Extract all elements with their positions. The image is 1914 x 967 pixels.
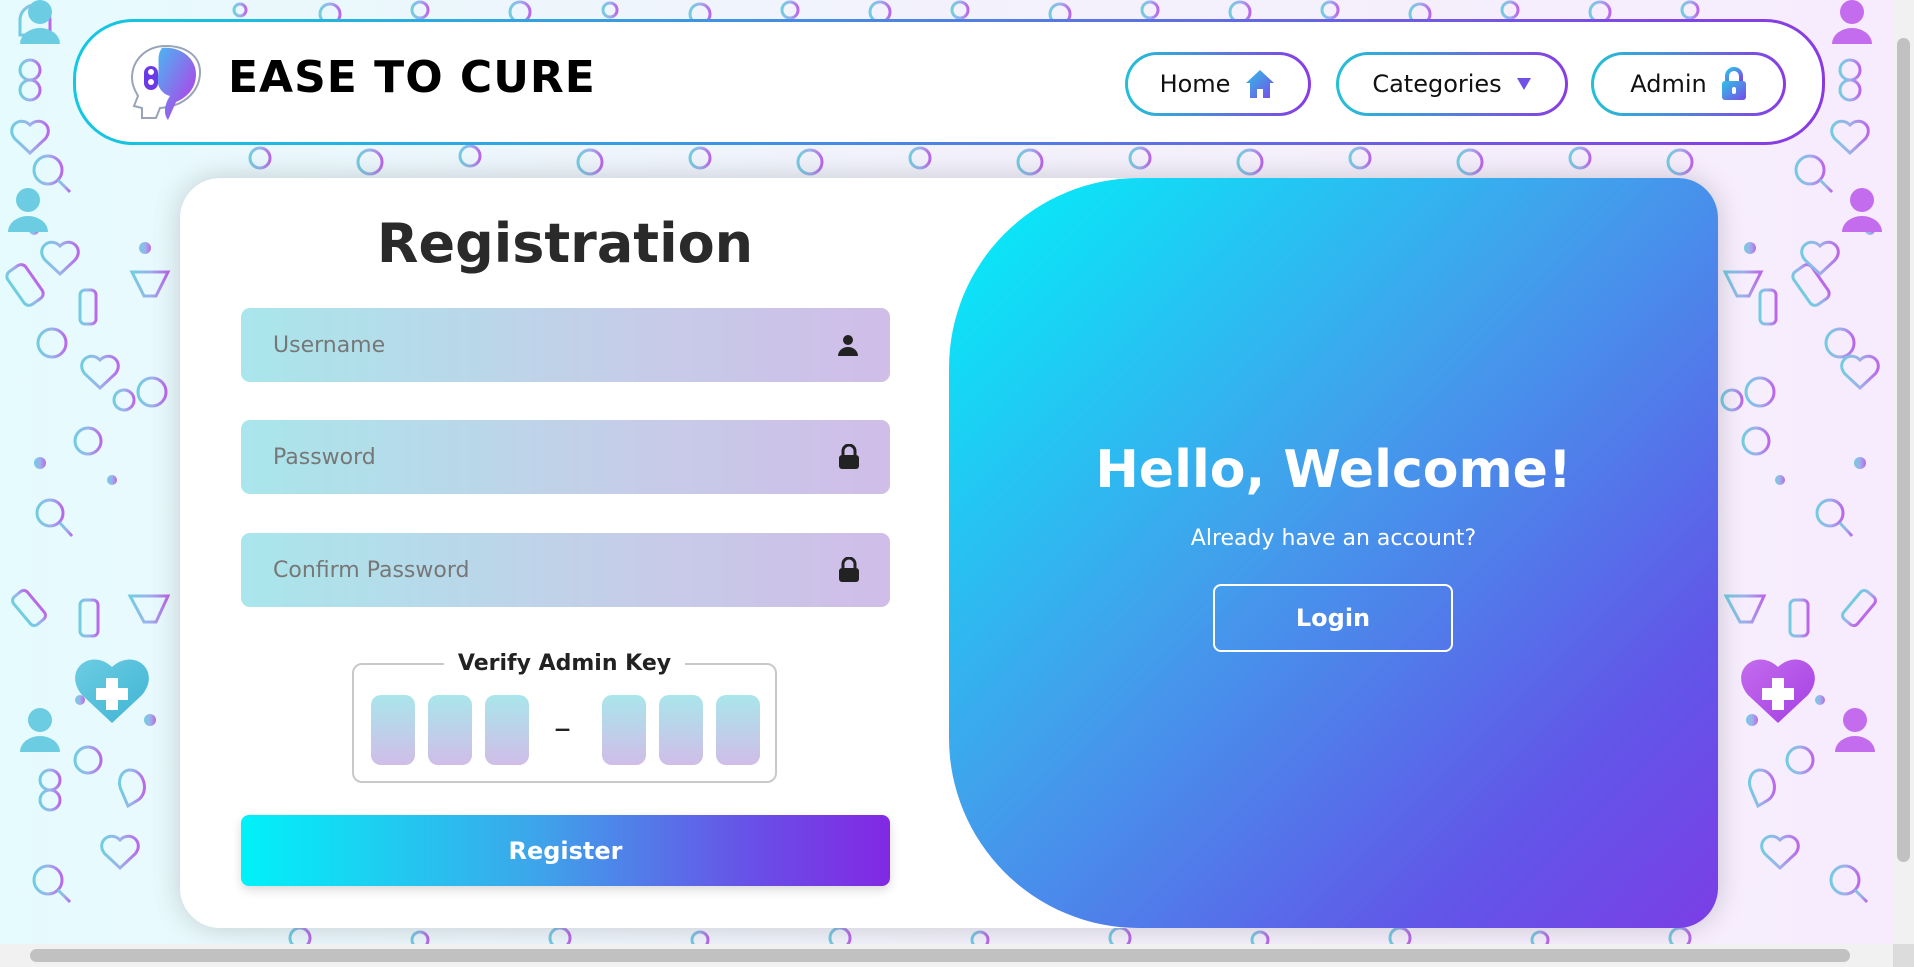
password-input[interactable]	[271, 443, 838, 471]
admin-key-digit-3[interactable]	[485, 695, 529, 765]
registration-title: Registration	[376, 212, 754, 275]
lock-icon	[838, 444, 860, 470]
confirm-password-input[interactable]	[271, 556, 838, 584]
brand-name: EASE TO CURE	[228, 52, 596, 103]
admin-key-separator: –	[554, 708, 571, 748]
password-field[interactable]	[241, 420, 890, 494]
horizontal-scrollbar[interactable]	[0, 944, 1893, 967]
nav-home-button[interactable]: Home	[1125, 52, 1311, 116]
welcome-panel: Hello, Welcome! Already have an account?…	[949, 178, 1718, 928]
home-icon	[1244, 68, 1276, 100]
admin-key-label: Verify Admin Key	[443, 651, 686, 676]
login-button[interactable]: Login	[1213, 584, 1453, 652]
head-profile-logo-icon[interactable]	[122, 42, 204, 122]
vertical-scrollbar[interactable]	[1893, 0, 1914, 944]
nav-home-label: Home	[1159, 70, 1231, 98]
top-navbar: EASE TO CURE Home Categories Admin	[73, 19, 1825, 145]
nav-admin-button[interactable]: Admin	[1591, 52, 1786, 116]
user-icon	[836, 333, 860, 357]
nav-admin-label: Admin	[1630, 70, 1707, 98]
caret-down-icon	[1516, 77, 1532, 91]
admin-key-digit-4[interactable]	[602, 695, 646, 765]
register-button[interactable]: Register	[241, 815, 890, 886]
nav-categories-label: Categories	[1372, 70, 1502, 98]
admin-key-group: Verify Admin Key –	[352, 651, 777, 783]
lock-icon	[1721, 67, 1747, 101]
horizontal-scroll-thumb[interactable]	[30, 949, 1850, 962]
lock-icon	[838, 557, 860, 583]
admin-key-digit-6[interactable]	[716, 695, 760, 765]
nav-categories-button[interactable]: Categories	[1336, 52, 1568, 116]
username-field[interactable]	[241, 308, 890, 382]
confirm-password-field[interactable]	[241, 533, 890, 607]
admin-key-digit-5[interactable]	[659, 695, 703, 765]
welcome-subtitle: Already have an account?	[1190, 526, 1477, 551]
admin-key-digit-1[interactable]	[371, 695, 415, 765]
username-input[interactable]	[271, 331, 836, 359]
scrollbar-corner	[1893, 944, 1914, 967]
admin-key-digit-2[interactable]	[428, 695, 472, 765]
welcome-title: Hello, Welcome!	[1095, 440, 1572, 500]
vertical-scroll-thumb[interactable]	[1897, 38, 1910, 862]
page-viewport: EASE TO CURE Home Categories Admin Regis…	[0, 0, 1893, 944]
admin-key-legend: Verify Admin Key	[354, 651, 775, 676]
